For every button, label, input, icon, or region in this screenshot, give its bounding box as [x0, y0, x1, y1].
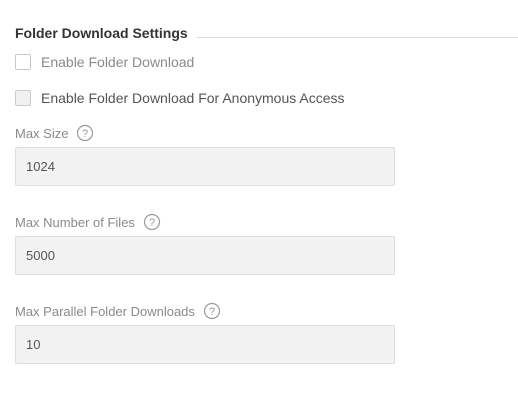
section-title: Folder Download Settings [15, 25, 188, 41]
enable-anonymous-access-label: Enable Folder Download For Anonymous Acc… [41, 90, 345, 106]
section-header: Folder Download Settings [15, 23, 518, 43]
help-icon[interactable]: ? [76, 124, 94, 142]
svg-text:?: ? [209, 306, 215, 318]
max-files-label-row: Max Number of Files ? [15, 212, 161, 232]
svg-text:?: ? [149, 217, 155, 229]
enable-anonymous-access-row[interactable]: Enable Folder Download For Anonymous Acc… [15, 90, 345, 106]
max-parallel-label-row: Max Parallel Folder Downloads ? [15, 301, 221, 321]
help-icon[interactable]: ? [203, 302, 221, 320]
enable-folder-download-checkbox[interactable] [15, 54, 31, 70]
max-parallel-input[interactable] [15, 325, 395, 364]
max-size-label: Max Size [15, 125, 69, 141]
svg-text:?: ? [82, 128, 88, 140]
enable-folder-download-row[interactable]: Enable Folder Download [15, 54, 194, 70]
max-size-input[interactable] [15, 147, 395, 186]
max-files-label: Max Number of Files [15, 214, 135, 230]
enable-folder-download-label: Enable Folder Download [41, 54, 195, 70]
max-files-input[interactable] [15, 236, 395, 275]
section-divider [195, 37, 518, 38]
max-size-label-row: Max Size ? [15, 123, 94, 143]
enable-anonymous-access-checkbox[interactable] [15, 90, 31, 106]
help-icon[interactable]: ? [143, 213, 161, 231]
max-parallel-label: Max Parallel Folder Downloads [15, 303, 195, 319]
